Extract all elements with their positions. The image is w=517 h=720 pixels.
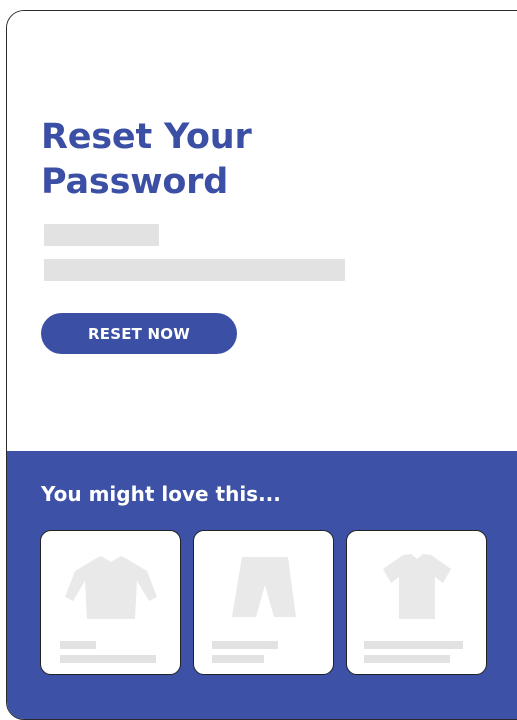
product-card-long-sleeve-shirt[interactable] <box>40 530 181 675</box>
product-name-placeholder <box>364 641 463 649</box>
product-price-placeholder <box>212 655 264 663</box>
product-name-placeholder <box>212 641 278 649</box>
recommendations-heading: You might love this... <box>41 482 281 506</box>
long-sleeve-shirt-icon <box>61 551 161 631</box>
product-name-placeholder <box>60 641 96 649</box>
text-placeholder-long <box>44 259 345 281</box>
product-card-shorts[interactable] <box>193 530 334 675</box>
page-title: Reset Your Password <box>41 117 252 202</box>
hero-section: Reset Your Password RESET NOW <box>7 11 517 451</box>
text-placeholder-short <box>44 224 159 246</box>
recommendations-section: You might love this... <box>7 451 517 719</box>
shorts-icon <box>214 551 314 631</box>
product-price-placeholder <box>60 655 156 663</box>
tshirt-icon <box>367 551 467 631</box>
product-price-placeholder <box>364 655 450 663</box>
reset-now-button[interactable]: RESET NOW <box>41 313 237 354</box>
product-card-tshirt[interactable] <box>346 530 487 675</box>
email-card: Reset Your Password RESET NOW You might … <box>6 10 517 720</box>
